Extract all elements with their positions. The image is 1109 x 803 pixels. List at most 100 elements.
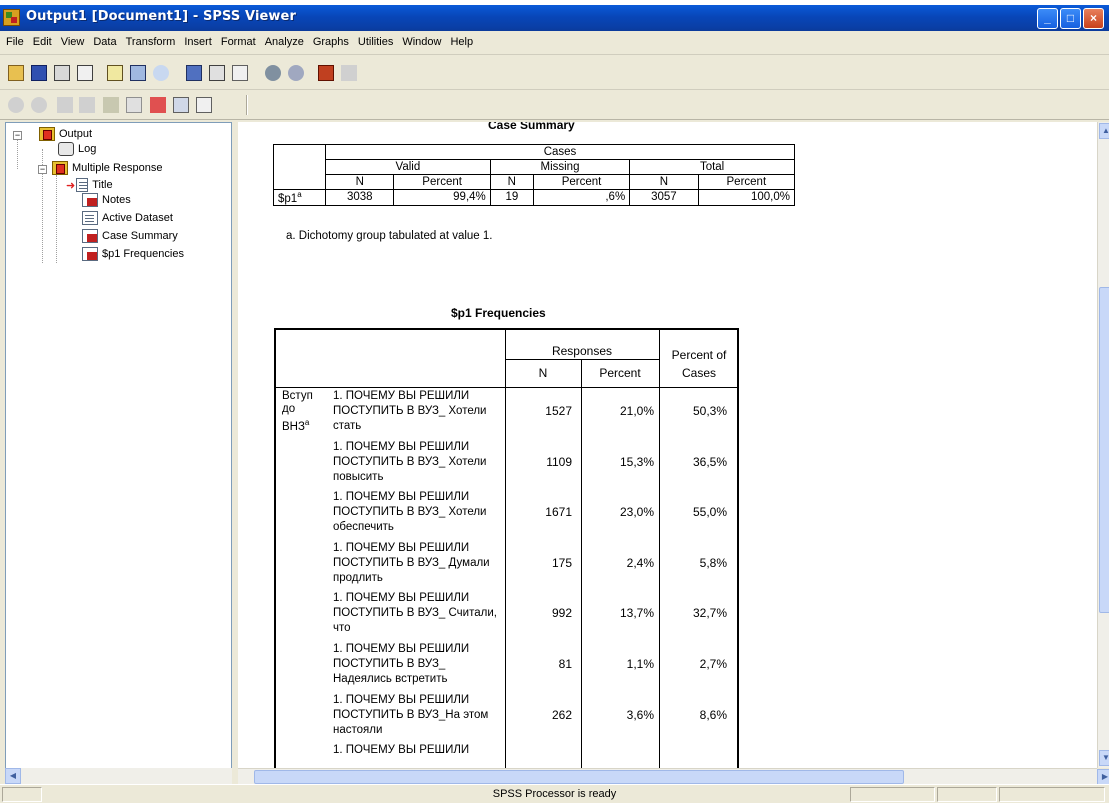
tree-item-notes[interactable]: Notes <box>82 193 131 207</box>
tree-label-active-dataset: Active Dataset <box>102 212 173 224</box>
tree-label-output: Output <box>59 128 93 140</box>
menu-file[interactable]: File <box>6 36 24 48</box>
menu-insert[interactable]: Insert <box>184 36 212 48</box>
demote-icon[interactable] <box>31 97 47 113</box>
print-icon[interactable] <box>54 65 70 81</box>
case-summary-table[interactable]: Cases Valid Missing Total N Percent N Pe… <box>273 144 796 206</box>
insert-text-icon[interactable] <box>196 97 212 113</box>
cell-total-n: 3057 <box>629 189 699 206</box>
collapse-multiple-response-toggle[interactable]: − <box>38 165 47 174</box>
content-horizontal-scrollbar[interactable]: ▶ <box>238 768 1109 785</box>
tree-label-title: Title <box>92 179 113 191</box>
spss-viewer-window: Output1 [Document1] - SPSS Viewer _ □ × … <box>0 0 1109 803</box>
menu-format[interactable]: Format <box>221 36 256 48</box>
insert-heading-icon[interactable] <box>150 97 166 113</box>
insert-title-icon[interactable] <box>173 97 189 113</box>
menu-graphs[interactable]: Graphs <box>313 36 349 48</box>
collapse-output-toggle[interactable]: − <box>13 131 22 140</box>
vertical-scroll-thumb[interactable] <box>1099 287 1109 613</box>
cell-percent-of-cases: 50,3% <box>692 404 727 418</box>
cell-percent-of-cases: 36,5% <box>692 455 727 469</box>
header-n: N <box>538 366 548 380</box>
goto-case-icon[interactable] <box>209 65 225 81</box>
menu-help[interactable]: Help <box>450 36 473 48</box>
header-responses: Responses <box>551 344 613 358</box>
scroll-right-arrow-icon[interactable]: ▶ <box>1097 769 1109 785</box>
cell-percent: 13,7% <box>619 606 654 620</box>
document-icon <box>82 211 98 225</box>
scroll-left-arrow-icon[interactable]: ◀ <box>5 768 21 784</box>
frequencies-title: $p1 Frequencies <box>451 306 546 320</box>
menu-data[interactable]: Data <box>93 36 116 48</box>
close-button[interactable]: × <box>1083 8 1104 29</box>
corner-cell <box>273 144 326 190</box>
column-divider <box>659 330 660 768</box>
outline-horizontal-scrollbar[interactable]: ◀ <box>5 768 232 784</box>
tree-item-title[interactable]: ➜ Title <box>66 178 113 192</box>
scroll-down-arrow-icon[interactable]: ▼ <box>1099 750 1109 766</box>
export-icon[interactable] <box>107 65 123 81</box>
cell-percent-of-cases: 8,6% <box>699 708 727 722</box>
header-percent-of-cases: Percent of Cases <box>671 348 727 380</box>
column-divider <box>505 330 506 768</box>
title-bar[interactable]: Output1 [Document1] - SPSS Viewer _ □ × <box>0 5 1109 31</box>
header-percent: Percent <box>599 366 641 380</box>
goto-data-icon[interactable] <box>186 65 202 81</box>
tree-item-frequencies[interactable]: $p1 Frequencies <box>82 247 184 261</box>
group-label: Вступ до ВНЗa <box>282 390 313 433</box>
menu-transform[interactable]: Transform <box>126 36 176 48</box>
open-icon[interactable] <box>8 65 24 81</box>
row-divider <box>276 387 737 388</box>
show-icon[interactable] <box>103 97 119 113</box>
hide-icon[interactable] <box>126 97 142 113</box>
save-icon[interactable] <box>31 65 47 81</box>
table-icon <box>82 247 98 261</box>
header-n: N <box>324 174 395 190</box>
collapse-icon[interactable] <box>79 97 95 113</box>
spss-app-icon[interactable] <box>3 9 20 26</box>
cell-percent: 2,4% <box>626 556 654 570</box>
cell-valid-percent: 99,4% <box>393 189 491 206</box>
vertical-scrollbar[interactable]: ▲ ▼ <box>1097 122 1109 768</box>
expand-icon[interactable] <box>57 97 73 113</box>
horizontal-scroll-thumb[interactable] <box>254 770 904 784</box>
print-preview-icon[interactable] <box>77 65 93 81</box>
designate-window-icon[interactable] <box>318 65 334 81</box>
header-percent: Percent <box>393 174 491 190</box>
log-icon <box>58 142 74 156</box>
menu-analyze[interactable]: Analyze <box>265 36 304 48</box>
use-sets-icon[interactable] <box>265 65 281 81</box>
status-bar: SPSS Processor is ready <box>0 784 1109 803</box>
tree-label-log: Log <box>78 143 97 155</box>
tree-item-log[interactable]: Log <box>58 142 96 156</box>
cell-n: 1671 <box>545 505 572 519</box>
header-missing: Missing <box>489 159 631 175</box>
menu-window[interactable]: Window <box>402 36 441 48</box>
tree-item-multiple-response[interactable]: Multiple Response <box>52 161 163 175</box>
menu-edit[interactable]: Edit <box>33 36 52 48</box>
minimize-button[interactable]: _ <box>1037 8 1058 29</box>
outline-pane: − Output Log − Multiple Response ➜ Title… <box>5 122 232 784</box>
main-toolbar <box>0 55 1109 90</box>
tree-item-output[interactable]: Output <box>39 127 92 141</box>
undo-icon[interactable] <box>153 65 169 81</box>
cell-n: 81 <box>558 657 572 671</box>
show-all-variables-icon[interactable] <box>288 65 304 81</box>
menu-utilities[interactable]: Utilities <box>358 36 393 48</box>
tree-item-case-summary[interactable]: Case Summary <box>82 229 178 243</box>
variables-icon[interactable] <box>232 65 248 81</box>
cell-n: 1109 <box>546 455 572 469</box>
plus-disabled-icon[interactable] <box>341 65 357 81</box>
window-title: Output1 [Document1] - SPSS Viewer <box>26 9 296 24</box>
frequencies-table[interactable]: Responses N Percent Percent of Cases Вст… <box>274 328 739 768</box>
maximize-button[interactable]: □ <box>1060 8 1081 29</box>
tree-item-active-dataset[interactable]: Active Dataset <box>82 211 173 225</box>
menu-view[interactable]: View <box>61 36 85 48</box>
tree-label-case-summary: Case Summary <box>102 230 178 242</box>
tree-label-frequencies: $p1 Frequencies <box>102 248 184 260</box>
promote-icon[interactable] <box>8 97 24 113</box>
cell-percent: 21,0% <box>619 404 654 418</box>
dialog-recall-icon[interactable] <box>130 65 146 81</box>
header-n: N <box>629 174 699 190</box>
scroll-up-arrow-icon[interactable]: ▲ <box>1099 123 1109 139</box>
